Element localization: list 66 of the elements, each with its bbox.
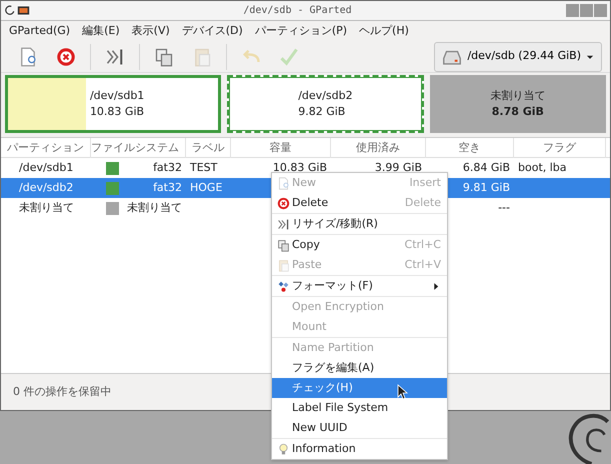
menu-item[interactable]: デバイス(D) xyxy=(176,22,249,40)
window-control-button[interactable] xyxy=(594,4,607,17)
table-cell: boot, lba xyxy=(518,160,567,174)
partition-segment[interactable]: /dev/sdb1 10.83 GiB xyxy=(5,75,222,133)
segment-name: 未割り当て xyxy=(490,88,546,104)
column-header[interactable]: フラグ xyxy=(514,138,606,158)
unallocated-segment[interactable]: 未割り当て 8.78 GiB xyxy=(430,75,606,133)
paste-icon xyxy=(276,258,290,272)
table-cell: /dev/sdb1 xyxy=(19,160,74,174)
lightbulb-icon xyxy=(276,442,290,456)
segment-name: /dev/sdb2 xyxy=(298,88,353,104)
table-cell-text: 未割り当て xyxy=(127,200,183,216)
swirl-icon xyxy=(4,4,17,17)
checkmark-icon xyxy=(279,46,299,66)
delete-icon xyxy=(276,196,290,210)
menu-item[interactable]: New UUID xyxy=(272,418,447,438)
status-text: 0 件の操作を保留中 xyxy=(13,384,112,400)
table-cell: 未割り当て xyxy=(19,200,74,214)
table-cell: --- xyxy=(498,200,510,214)
menu-item[interactable]: パーティション(P) xyxy=(248,22,354,40)
segment-size: 9.82 GiB xyxy=(298,104,346,120)
column-header[interactable]: パーティション xyxy=(1,138,91,158)
menu-item[interactable]: フラグを編集(A) xyxy=(272,358,447,378)
table-cell: 10.83 GiB xyxy=(272,160,327,174)
segment-name: /dev/sdb1 xyxy=(90,88,144,104)
new-document-icon xyxy=(276,176,290,190)
menu-item[interactable]: フォーマット(F) xyxy=(272,276,447,296)
menu-item[interactable]: リサイズ/移動(R) xyxy=(272,214,447,234)
menu-item[interactable]: 表示(V) xyxy=(126,22,176,40)
menu-item[interactable]: Copy Ctrl+C xyxy=(272,235,447,255)
format-icon xyxy=(276,280,290,292)
table-cell: HOGE xyxy=(190,180,222,194)
column-header[interactable]: ラベル xyxy=(186,138,231,158)
menu-item[interactable]: ヘルプ(H) xyxy=(353,22,415,40)
table-cell: /dev/sdb2 xyxy=(19,180,74,194)
device-dropdown[interactable]: /dev/sdb (29.44 GiB) xyxy=(434,42,602,72)
resize-icon xyxy=(105,46,125,66)
menu-item[interactable]: Delete Delete xyxy=(272,193,447,213)
menu-item[interactable]: Label File System xyxy=(272,398,447,418)
window-control-button[interactable] xyxy=(580,4,593,17)
column-header[interactable]: 容量 xyxy=(231,138,331,158)
table-cell: TEST xyxy=(190,160,218,174)
segment-size: 8.78 GiB xyxy=(490,104,545,120)
resize-icon xyxy=(276,218,290,230)
table-cell-text: fat32 xyxy=(153,160,183,176)
window-title: /dev/sdb - GParted xyxy=(242,4,353,18)
table-cell-text: fat32 xyxy=(153,180,183,196)
segment-size: 10.83 GiB xyxy=(90,104,144,120)
copy-icon xyxy=(154,46,174,66)
column-header[interactable]: ファイルシステム xyxy=(91,138,186,158)
table-cell: 9.81 GiB xyxy=(462,180,510,194)
column-header[interactable]: 空き xyxy=(426,138,514,158)
new-document-icon xyxy=(18,46,38,66)
table-cell: 6.84 GiB xyxy=(462,160,510,174)
menu-item[interactable]: チェック(H) xyxy=(272,378,447,398)
delete-icon xyxy=(56,46,76,66)
table-cell: 3.99 GiB xyxy=(374,160,422,174)
app-icon xyxy=(17,4,30,17)
copy-icon xyxy=(276,238,290,252)
menu-item[interactable]: Information xyxy=(272,439,447,459)
column-header[interactable]: 使用済み xyxy=(331,138,426,158)
partition-segment[interactable]: /dev/sdb2 9.82 GiB xyxy=(227,75,424,133)
menu-item[interactable]: GParted(G) xyxy=(3,22,76,40)
paste-icon xyxy=(192,46,212,66)
window-control-button[interactable] xyxy=(566,4,579,17)
menu-item[interactable]: 編集(E) xyxy=(76,22,126,40)
